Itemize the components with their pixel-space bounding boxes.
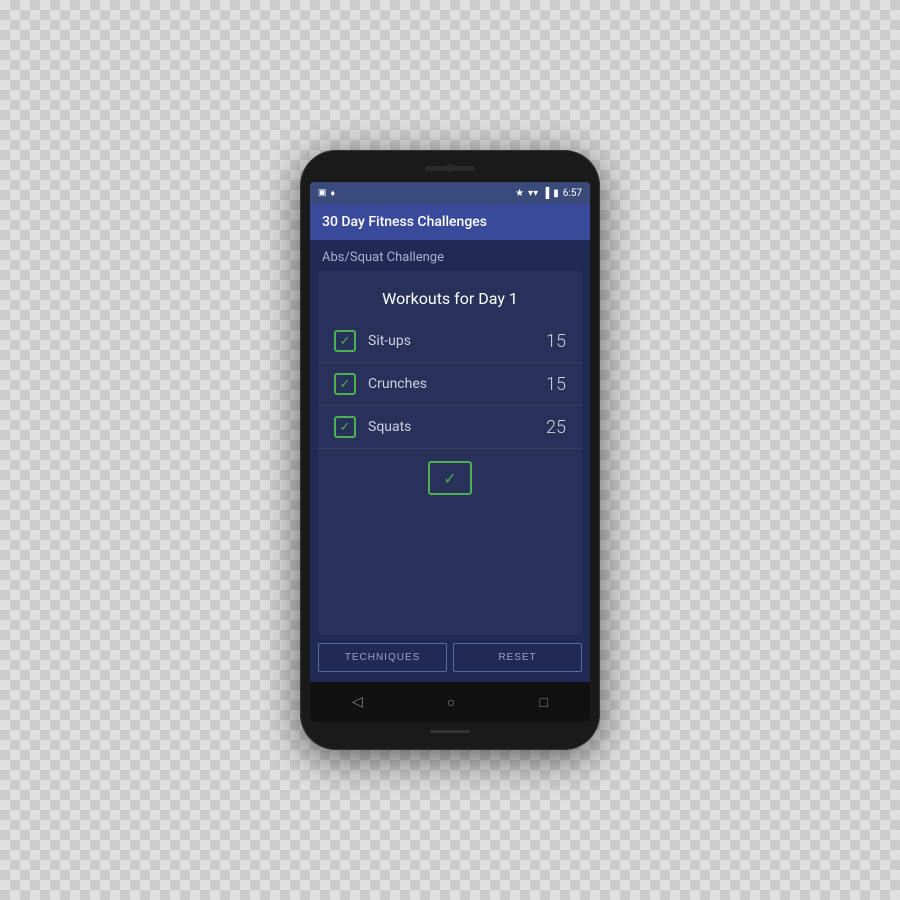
star-icon: ★: [515, 188, 524, 199]
home-button[interactable]: ○: [447, 694, 455, 711]
status-right: ★ ▾▾ ▐ ▮ 6:57: [515, 188, 582, 199]
squats-checkmark: ✓: [340, 421, 351, 434]
crunches-label: Crunches: [368, 376, 546, 392]
battery-icon: ▮: [553, 188, 559, 199]
signal-icon: ▐: [542, 188, 549, 199]
phone-camera: [446, 164, 454, 172]
exercise-item-crunches: ✓ Crunches 15: [318, 363, 582, 406]
situps-count: 15: [546, 331, 566, 352]
crunches-checkbox[interactable]: ✓: [334, 373, 356, 395]
bottom-buttons: TECHNIQUES RESET: [310, 635, 590, 682]
phone-top: [310, 160, 590, 182]
phone-bottom: [310, 722, 590, 740]
nav-bar: ◁ ○ □: [310, 682, 590, 722]
situps-checkmark: ✓: [340, 335, 351, 348]
phone-device: ▣ ♦ ★ ▾▾ ▐ ▮ 6:57 30 Day Fitness Challen…: [300, 150, 600, 750]
crunches-count: 15: [546, 374, 566, 395]
home-indicator: [430, 730, 470, 733]
confirm-checkmark-icon: ✓: [443, 469, 456, 488]
exercise-item-situps: ✓ Sit-ups 15: [318, 320, 582, 363]
back-button[interactable]: ◁: [352, 694, 363, 710]
confirm-button[interactable]: ✓: [428, 461, 472, 495]
phone-screen: ▣ ♦ ★ ▾▾ ▐ ▮ 6:57 30 Day Fitness Challen…: [310, 182, 590, 722]
exercise-item-squats: ✓ Squats 25: [318, 406, 582, 449]
situps-checkbox[interactable]: ✓: [334, 330, 356, 352]
crunches-checkmark: ✓: [340, 378, 351, 391]
settings-icon: ♦: [331, 188, 336, 199]
app-bar: 30 Day Fitness Challenges: [310, 204, 590, 240]
app-title: 30 Day Fitness Challenges: [322, 214, 487, 230]
notification-icon: ▣: [318, 188, 327, 198]
recent-button[interactable]: □: [539, 694, 547, 711]
workout-title: Workouts for Day 1: [318, 281, 582, 320]
squats-label: Squats: [368, 419, 546, 435]
screen-content: Abs/Squat Challenge Workouts for Day 1 ✓…: [310, 240, 590, 682]
workout-card: Workouts for Day 1 ✓ Sit-ups 15 ✓ Crunch…: [318, 271, 582, 635]
status-left: ▣ ♦: [318, 188, 335, 199]
reset-button[interactable]: RESET: [453, 643, 582, 672]
status-bar: ▣ ♦ ★ ▾▾ ▐ ▮ 6:57: [310, 182, 590, 204]
challenge-title: Abs/Squat Challenge: [310, 240, 590, 271]
time-display: 6:57: [563, 188, 582, 199]
situps-label: Sit-ups: [368, 333, 546, 349]
squats-count: 25: [546, 417, 566, 438]
confirm-row: ✓: [318, 449, 582, 503]
squats-checkbox[interactable]: ✓: [334, 416, 356, 438]
techniques-button[interactable]: TECHNIQUES: [318, 643, 447, 672]
wifi-icon: ▾▾: [528, 188, 538, 199]
